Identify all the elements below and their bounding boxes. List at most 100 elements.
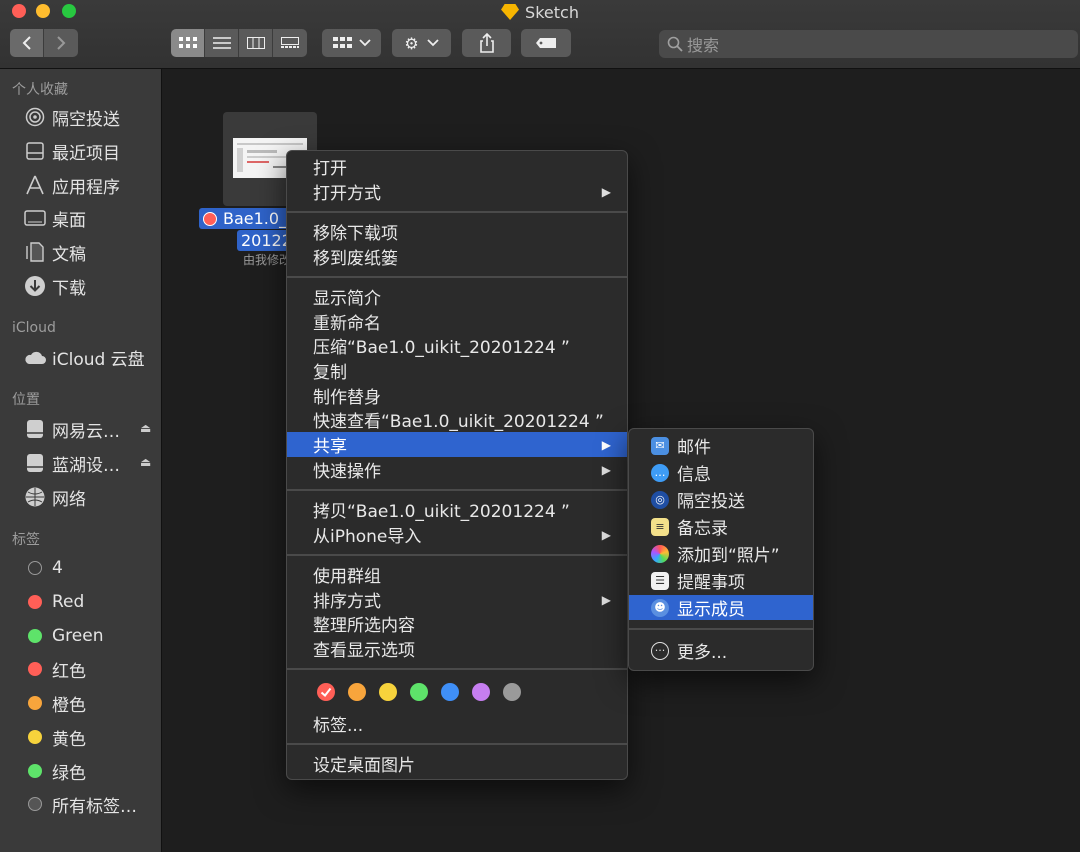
tag-dot-icon bbox=[28, 629, 42, 643]
menu-item-get-info[interactable]: 显示简介 bbox=[287, 284, 627, 309]
sidebar-item-desktop[interactable]: 桌面 bbox=[22, 204, 86, 232]
sidebar-tag-lvse[interactable]: 绿色 bbox=[22, 757, 86, 785]
recents-icon bbox=[22, 140, 48, 162]
menu-separator bbox=[287, 743, 627, 745]
checkmark-icon bbox=[320, 687, 332, 697]
tag-icon bbox=[536, 38, 556, 48]
forward-button[interactable] bbox=[44, 29, 78, 57]
share-item-show-members[interactable]: ☻ 显示成员 bbox=[629, 595, 813, 620]
sidebar-item-icloud-drive[interactable]: iCloud 云盘 bbox=[22, 343, 145, 371]
favorites-header: 个人收藏 bbox=[12, 82, 68, 98]
tag-dot-icon bbox=[28, 764, 42, 778]
columns-icon bbox=[246, 37, 265, 49]
tag-color-yellow[interactable] bbox=[379, 683, 397, 701]
grid-icon bbox=[178, 37, 197, 48]
list-view-button[interactable] bbox=[205, 29, 239, 57]
tag-color-green[interactable] bbox=[410, 683, 428, 701]
menu-item-show-view-options[interactable]: 查看显示选项 bbox=[287, 636, 627, 661]
desktop-icon bbox=[22, 207, 48, 229]
submenu-arrow-icon: ▶ bbox=[601, 462, 611, 477]
share-submenu: ✉ 邮件 … 信息 ◎ 隔空投送 ≡ 备忘录 添加到“照片” ☰ 提醒事项 ☻ 显示成员 ·… bbox=[628, 428, 814, 671]
tag-color-purple[interactable] bbox=[472, 683, 490, 701]
tag-color-orange[interactable] bbox=[348, 683, 366, 701]
menu-item-tags[interactable]: 标签... bbox=[287, 711, 627, 736]
share-item-add-to-photos[interactable]: 添加到“照片” bbox=[629, 541, 813, 566]
share-item-more[interactable]: ··· 更多... bbox=[629, 638, 813, 663]
menu-item-share[interactable]: 共享 ▶ bbox=[287, 432, 627, 457]
sidebar-item-airdrop[interactable]: 隔空投送 bbox=[22, 103, 120, 131]
chevron-down-icon bbox=[358, 39, 371, 47]
sidebar-tag-hongse[interactable]: 红色 bbox=[22, 655, 86, 683]
sidebar-item-network[interactable]: 网络 bbox=[22, 483, 86, 511]
sidebar-all-tags[interactable]: 所有标签… bbox=[22, 790, 137, 818]
file-meta-label: 由我修改 bbox=[243, 253, 292, 267]
menu-item-compress[interactable]: 压缩“Bae1.0_uikit_20201224 ” bbox=[287, 333, 627, 358]
eject-icon[interactable]: ⏏ bbox=[140, 421, 151, 435]
sidebar-item-documents[interactable]: 文稿 bbox=[22, 238, 86, 266]
reminders-icon: ☰ bbox=[651, 571, 669, 590]
window-titlebar: Sketch ⚙ 搜索 bbox=[0, 0, 1080, 69]
airdrop-icon: ◎ bbox=[651, 490, 669, 509]
sidebar-tag-huangse[interactable]: 黄色 bbox=[22, 723, 86, 751]
gear-icon: ⚙ bbox=[404, 33, 419, 53]
share-item-reminders[interactable]: ☰ 提醒事项 bbox=[629, 568, 813, 593]
menu-item-duplicate[interactable]: 复制 bbox=[287, 358, 627, 383]
menu-item-import-from-iphone[interactable]: 从iPhone导入 ▶ bbox=[287, 522, 627, 547]
tag-color-gray[interactable] bbox=[503, 683, 521, 701]
menu-item-quick-actions[interactable]: 快速操作 ▶ bbox=[287, 457, 627, 482]
tag-dot-icon bbox=[28, 561, 42, 575]
menu-item-make-alias[interactable]: 制作替身 bbox=[287, 383, 627, 408]
menu-item-open[interactable]: 打开 bbox=[287, 154, 627, 179]
back-button[interactable] bbox=[10, 29, 44, 57]
sidebar-item-lanhu-disk[interactable]: 蓝湖设… bbox=[22, 449, 120, 477]
sidebar-tag-green[interactable]: Green bbox=[22, 622, 103, 650]
menu-item-copy[interactable]: 拷贝“Bae1.0_uikit_20201224 ” bbox=[287, 497, 627, 522]
back-forward-control bbox=[10, 29, 78, 57]
tag-color-blue[interactable] bbox=[441, 683, 459, 701]
gallery-view-button[interactable] bbox=[273, 29, 307, 57]
sketch-app-icon bbox=[501, 4, 520, 20]
menu-item-clean-up-selection[interactable]: 整理所选内容 bbox=[287, 611, 627, 636]
tag-dot-icon bbox=[28, 696, 42, 710]
menu-item-rename[interactable]: 重新命名 bbox=[287, 309, 627, 334]
sidebar: 个人收藏 隔空投送 最近项目 应用程序 桌面 文稿 下载 iCloud iClo… bbox=[0, 69, 162, 852]
sidebar-item-netease-disk[interactable]: 网易云… bbox=[22, 415, 120, 443]
menu-item-remove-download[interactable]: 移除下载项 bbox=[287, 219, 627, 244]
menu-item-use-groups[interactable]: 使用群组 bbox=[287, 562, 627, 587]
menu-item-quick-look[interactable]: 快速查看“Bae1.0_uikit_20201224 ” bbox=[287, 407, 627, 432]
sidebar-tag-red[interactable]: Red bbox=[22, 588, 84, 616]
cloud-icon bbox=[22, 346, 48, 368]
submenu-arrow-icon: ▶ bbox=[601, 437, 611, 452]
menu-item-sort-by[interactable]: 排序方式 ▶ bbox=[287, 587, 627, 612]
group-by-button[interactable] bbox=[322, 29, 381, 57]
icon-view-button[interactable] bbox=[171, 29, 205, 57]
share-button[interactable] bbox=[462, 29, 511, 57]
mail-icon: ✉ bbox=[651, 436, 669, 455]
tags-header: 标签 bbox=[12, 532, 40, 548]
column-view-button[interactable] bbox=[239, 29, 273, 57]
action-button[interactable]: ⚙ bbox=[392, 29, 451, 57]
sidebar-item-downloads[interactable]: 下载 bbox=[22, 272, 86, 300]
menu-item-open-with[interactable]: 打开方式 ▶ bbox=[287, 179, 627, 204]
sidebar-item-recents[interactable]: 最近项目 bbox=[22, 137, 120, 165]
list-icon bbox=[212, 37, 231, 49]
search-icon bbox=[667, 36, 683, 52]
sidebar-tag-4[interactable]: 4 bbox=[22, 554, 63, 582]
menu-separator bbox=[287, 489, 627, 491]
icloud-header: iCloud bbox=[12, 320, 56, 336]
tag-color-red[interactable] bbox=[317, 683, 335, 701]
eject-icon[interactable]: ⏏ bbox=[140, 455, 151, 469]
tag-dot-icon bbox=[28, 662, 42, 676]
sidebar-tag-chengse[interactable]: 橙色 bbox=[22, 689, 86, 717]
members-icon: ☻ bbox=[651, 598, 669, 617]
search-field[interactable]: 搜索 bbox=[659, 30, 1078, 58]
menu-item-move-to-trash[interactable]: 移到废纸篓 bbox=[287, 244, 627, 269]
menu-item-set-desktop-picture[interactable]: 设定桌面图片 bbox=[287, 751, 627, 776]
share-item-messages[interactable]: … 信息 bbox=[629, 460, 813, 485]
edit-tags-button[interactable] bbox=[521, 29, 571, 57]
share-item-airdrop[interactable]: ◎ 隔空投送 bbox=[629, 487, 813, 512]
share-item-mail[interactable]: ✉ 邮件 bbox=[629, 433, 813, 458]
sidebar-item-applications[interactable]: 应用程序 bbox=[22, 171, 120, 199]
share-item-notes[interactable]: ≡ 备忘录 bbox=[629, 514, 813, 539]
window-title: Sketch bbox=[0, 3, 1080, 22]
